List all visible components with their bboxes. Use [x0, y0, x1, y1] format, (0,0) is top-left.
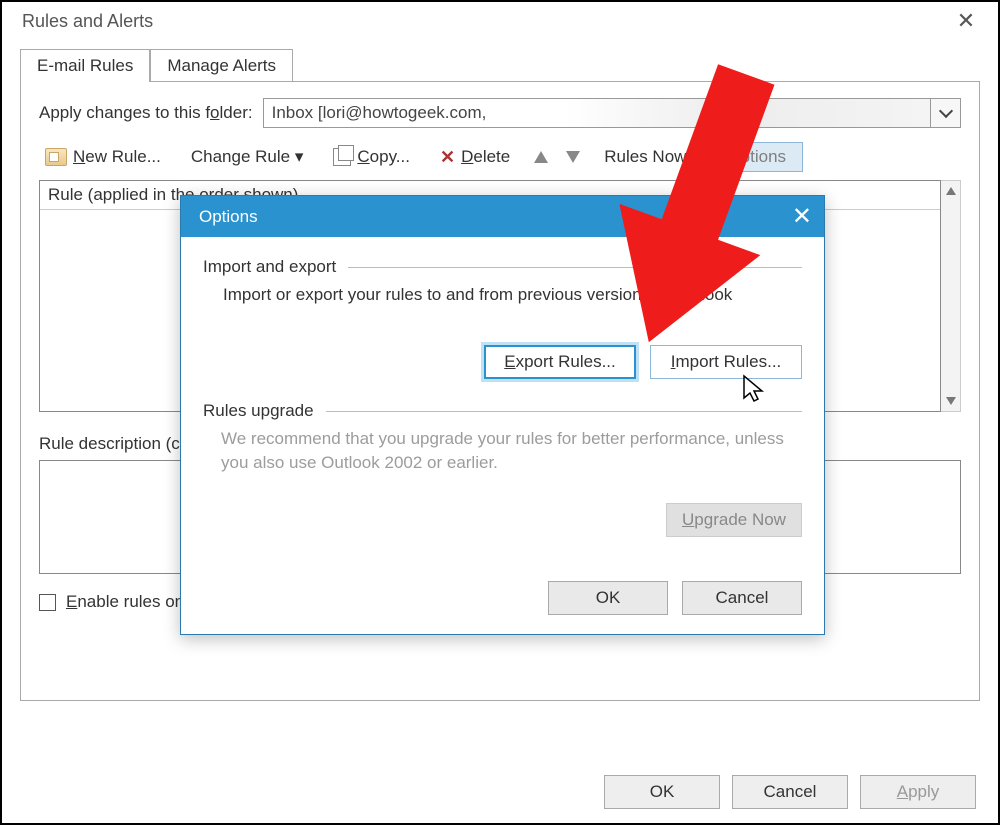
enable-rss-checkbox[interactable]: [39, 594, 56, 611]
export-rules-button[interactable]: Export Rules...: [484, 345, 636, 379]
cursor-icon: [742, 374, 768, 404]
tab-manage-alerts[interactable]: Manage Alerts: [150, 49, 293, 82]
parent-apply-button[interactable]: Apply: [860, 775, 976, 809]
rules-upgrade-section-label: Rules upgrade: [203, 401, 314, 421]
delete-icon: ✕: [440, 147, 455, 168]
scroll-up-icon[interactable]: [941, 181, 960, 201]
import-export-desc: Import or export your rules to and from …: [223, 285, 802, 305]
dialog-title: Rules and Alerts: [22, 11, 153, 32]
delete-button[interactable]: ✕ Delete: [434, 145, 516, 170]
copy-icon: [333, 148, 351, 166]
options-cancel-button[interactable]: Cancel: [682, 581, 802, 615]
parent-ok-button[interactable]: OK: [604, 775, 720, 809]
new-rule-icon: [45, 148, 67, 166]
folder-dropdown-value: Inbox [lori@howtogeek.com,: [264, 99, 930, 127]
options-ok-button[interactable]: OK: [548, 581, 668, 615]
import-rules-button[interactable]: Import Rules...: [650, 345, 802, 379]
new-rule-button[interactable]: New Rule...: [39, 145, 167, 169]
import-export-section-label: Import and export: [203, 257, 336, 277]
parent-cancel-button[interactable]: Cancel: [732, 775, 848, 809]
rules-upgrade-desc: We recommend that you upgrade your rules…: [221, 427, 802, 475]
upgrade-now-button: Upgrade Now: [666, 503, 802, 537]
run-rules-now-button[interactable]: Rules Now: [598, 145, 692, 169]
move-up-icon[interactable]: [534, 151, 548, 163]
copy-button[interactable]: Copy...: [327, 145, 416, 169]
move-down-icon[interactable]: [566, 151, 580, 163]
divider: [326, 411, 802, 412]
change-rule-button[interactable]: Change Rule ▾: [185, 145, 310, 169]
apply-folder-label: Apply changes to this folder:: [39, 103, 253, 123]
scroll-down-icon[interactable]: [941, 391, 960, 411]
options-button[interactable]: Options: [710, 142, 803, 172]
options-dialog: Options ✕ Import and export Import or ex…: [180, 195, 825, 635]
folder-dropdown[interactable]: Inbox [lori@howtogeek.com,: [263, 98, 961, 128]
divider: [348, 267, 802, 268]
rule-list-scrollbar[interactable]: [941, 180, 961, 412]
tab-email-rules[interactable]: E-mail Rules: [20, 49, 150, 82]
options-dialog-title: Options: [199, 207, 258, 227]
close-icon[interactable]: ✕: [948, 8, 984, 34]
options-close-icon[interactable]: ✕: [792, 202, 812, 231]
chevron-down-icon[interactable]: [930, 99, 960, 127]
